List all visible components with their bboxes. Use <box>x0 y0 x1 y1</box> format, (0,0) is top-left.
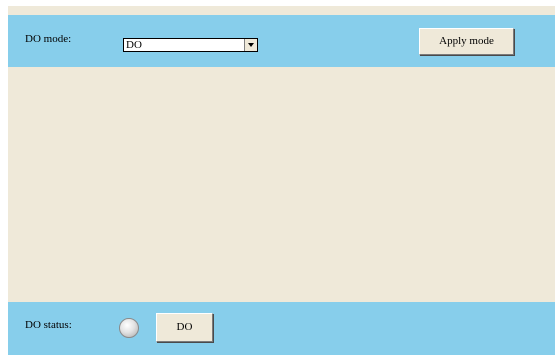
do-mode-label: DO mode: <box>25 33 72 45</box>
do-toggle-button[interactable]: DO <box>156 313 213 342</box>
status-panel: DO status: DO <box>8 302 555 355</box>
do-status-indicator-icon <box>119 318 139 338</box>
apply-mode-button[interactable]: Apply mode <box>419 28 514 55</box>
chevron-down-icon[interactable] <box>244 39 257 51</box>
do-mode-select-value: DO <box>126 39 142 51</box>
do-control-panel: DO mode: DO Apply mode DO status: DO <box>8 6 555 355</box>
mode-panel: DO mode: DO Apply mode <box>8 15 555 67</box>
do-status-label: DO status: <box>25 319 72 331</box>
do-mode-select[interactable]: DO <box>123 38 258 52</box>
